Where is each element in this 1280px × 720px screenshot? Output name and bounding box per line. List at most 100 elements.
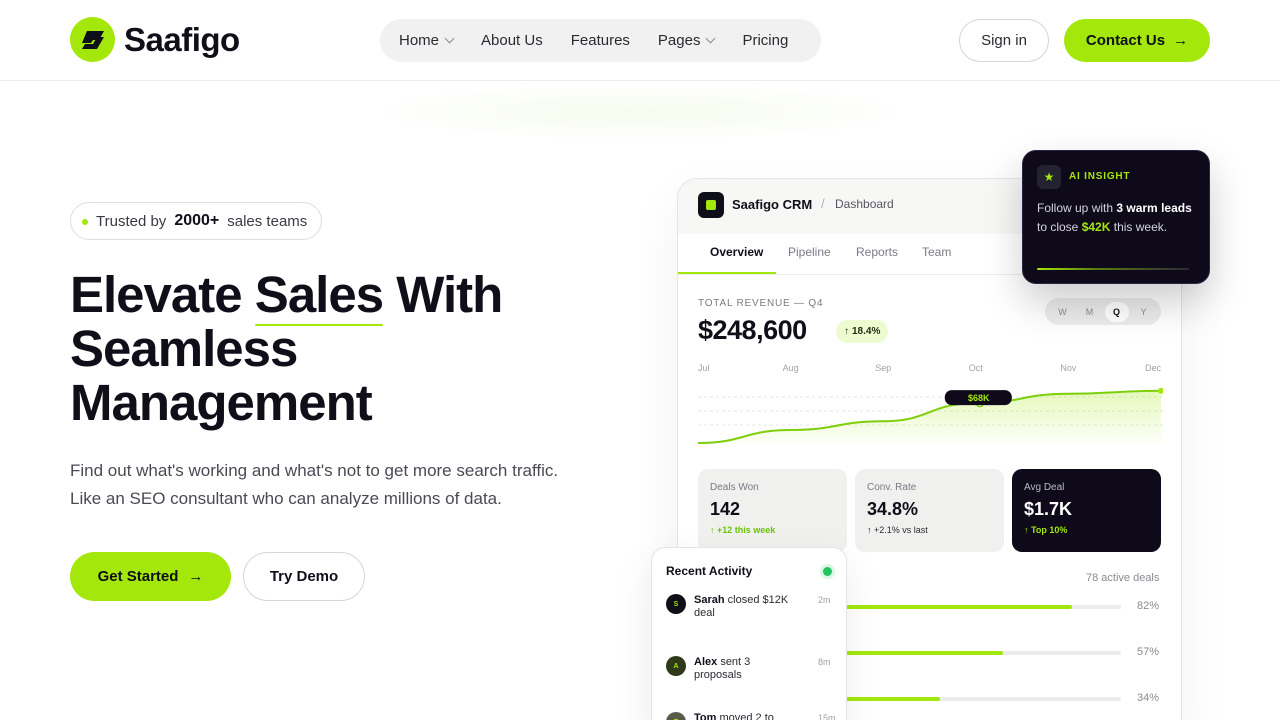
star-icon: ★ bbox=[1037, 165, 1061, 189]
menu-item-label: Home bbox=[399, 32, 440, 49]
chart-x-tick-label: Nov bbox=[1060, 363, 1077, 373]
chevron-down-icon bbox=[444, 33, 455, 44]
menu-item-label: About Us bbox=[481, 32, 543, 49]
contact-button[interactable]: Contact Us → bbox=[1064, 19, 1210, 62]
activity-user: Sarah bbox=[694, 594, 725, 606]
tab-pipeline[interactable]: Pipeline bbox=[788, 245, 831, 259]
ai-insight-text: Follow up with 3 warm leads to close $42… bbox=[1037, 199, 1197, 236]
active-deals-count: 78 active deals bbox=[1086, 572, 1160, 584]
menu-item-pages[interactable]: Pages bbox=[657, 32, 716, 49]
activity-user: Alex bbox=[694, 656, 718, 668]
pipeline-bar bbox=[846, 697, 1121, 701]
hero-subtitle-line: Find out what's working and what's not t… bbox=[70, 461, 559, 480]
hero-title-highlight: Sales bbox=[254, 266, 384, 326]
hero-title-highlight-text: Sales bbox=[254, 266, 384, 323]
stat-delta-text: Top 10% bbox=[1031, 525, 1068, 535]
ai-text-part: Follow up with bbox=[1037, 201, 1114, 215]
pipeline-bar-fill bbox=[846, 697, 940, 701]
logo-icon bbox=[70, 17, 115, 62]
activity-text: Alex sent 3 proposals bbox=[694, 656, 794, 682]
contact-button-label: Contact Us bbox=[1085, 32, 1166, 49]
pipeline-bar bbox=[846, 605, 1121, 609]
brand-name: Saafigo bbox=[124, 20, 240, 58]
ai-text-part: this week. bbox=[1113, 219, 1168, 234]
ai-insight-tag: AI INSIGHT bbox=[1069, 171, 1131, 182]
stat-delta: ↑ +12 this week bbox=[710, 525, 776, 535]
period-w[interactable]: W bbox=[1051, 302, 1075, 322]
highlight-underline bbox=[254, 324, 384, 326]
get-started-button[interactable]: Get Started → bbox=[70, 552, 231, 601]
ai-text-bold: 3 warm leads bbox=[1116, 201, 1192, 215]
hero-title-word: Seamless bbox=[70, 320, 298, 377]
revenue-label: TOTAL REVENUE — Q4 bbox=[698, 298, 824, 309]
brand-logo[interactable]: Saafigo bbox=[70, 17, 240, 62]
menu-item-home[interactable]: Home bbox=[399, 32, 455, 49]
hero-title-word: Elevate bbox=[70, 266, 243, 323]
activity-text: Sarah closed $12K deal bbox=[694, 594, 794, 620]
badge-prefix: Trusted by bbox=[96, 212, 167, 230]
chart-x-tick-label: Dec bbox=[1145, 363, 1162, 373]
menu-item-label: Features bbox=[570, 32, 630, 49]
recent-activity-card: Recent Activity S Sarah closed $12K deal… bbox=[651, 547, 847, 720]
ai-insight-card: ★ AI INSIGHT Follow up with 3 warm leads… bbox=[1022, 150, 1210, 284]
menu-item-label: Pricing bbox=[742, 32, 789, 49]
stat-label: Avg Deal bbox=[1024, 482, 1065, 493]
period-q[interactable]: Q bbox=[1104, 301, 1129, 322]
chevron-down-icon bbox=[706, 33, 716, 44]
main-menu: Home About Us Features Pages Pricing bbox=[380, 19, 821, 62]
period-y[interactable]: Y bbox=[1132, 302, 1156, 322]
pipeline-bar bbox=[846, 651, 1121, 655]
stat-delta: ↑ +2.1% vs last bbox=[867, 525, 928, 535]
tab-overview[interactable]: Overview bbox=[710, 245, 763, 259]
live-status-dot bbox=[823, 567, 832, 576]
revenue-delta-badge: ↑ 18.4% bbox=[836, 320, 889, 343]
arrow-right-icon: → bbox=[188, 568, 204, 585]
stat-card-deals-won: Deals Won 142 ↑ +12 this week bbox=[698, 469, 847, 552]
revenue-value: $248,600 bbox=[698, 315, 807, 345]
breadcrumb: Dashboard bbox=[835, 197, 894, 211]
hero-subtitle-line: Like an SEO consultant who can analyze m… bbox=[70, 489, 502, 508]
stat-value: 142 bbox=[710, 499, 741, 519]
chart-tooltip-label: $68K bbox=[968, 393, 990, 403]
menu-item-about[interactable]: About Us bbox=[481, 32, 543, 49]
period-m[interactable]: M bbox=[1078, 302, 1102, 322]
ai-text-part: to close bbox=[1037, 219, 1079, 234]
avatar: A bbox=[666, 656, 686, 676]
avatar: T bbox=[666, 712, 686, 720]
activity-action: moved 2 to bbox=[719, 712, 774, 720]
stat-value: 34.8% bbox=[867, 499, 919, 519]
pipeline-bar-fill bbox=[846, 651, 1003, 655]
background-glow bbox=[360, 82, 920, 142]
hero-title-word: Management bbox=[70, 374, 373, 431]
signin-button[interactable]: Sign in bbox=[959, 19, 1049, 62]
tab-team[interactable]: Team bbox=[922, 245, 951, 259]
period-selector: W M Q Y bbox=[1045, 298, 1161, 325]
activity-time: 8m bbox=[818, 657, 831, 667]
avatar: S bbox=[666, 594, 686, 614]
hero-title: Elevate Sales With Seamless Management bbox=[70, 268, 630, 430]
stat-delta-text: +12 this week bbox=[717, 525, 776, 535]
badge-suffix: sales teams bbox=[227, 212, 308, 230]
activity-time: 2m bbox=[818, 595, 831, 605]
menu-item-pricing[interactable]: Pricing bbox=[742, 32, 788, 49]
try-demo-button[interactable]: Try Demo bbox=[243, 552, 365, 601]
hero-subtitle: Find out what's working and what's not t… bbox=[70, 457, 610, 513]
arrow-up-icon: ↑ bbox=[844, 326, 849, 337]
hero-title-word: With bbox=[396, 266, 503, 323]
pipeline-bar-value: 82% bbox=[1137, 600, 1160, 612]
activity-time: 15m bbox=[818, 713, 836, 720]
chart-area-fill bbox=[698, 390, 1161, 443]
badge-count: 2000+ bbox=[174, 212, 220, 229]
stat-label: Deals Won bbox=[710, 482, 759, 493]
breadcrumb-separator: / bbox=[821, 196, 825, 211]
top-navbar: Saafigo Home About Us Features Pages Pri… bbox=[0, 0, 1280, 81]
menu-item-features[interactable]: Features bbox=[571, 32, 630, 49]
pipeline-bar-value: 34% bbox=[1137, 692, 1160, 704]
activity-title: Recent Activity bbox=[666, 564, 753, 578]
tab-reports[interactable]: Reports bbox=[856, 245, 898, 259]
activity-text: Tom moved 2 to bbox=[694, 712, 794, 720]
app-logo-icon bbox=[698, 192, 724, 218]
trust-badge: Trusted by 2000+ sales teams bbox=[70, 202, 323, 240]
menu-item-label: Pages bbox=[657, 32, 701, 49]
active-tab-indicator bbox=[678, 272, 776, 274]
